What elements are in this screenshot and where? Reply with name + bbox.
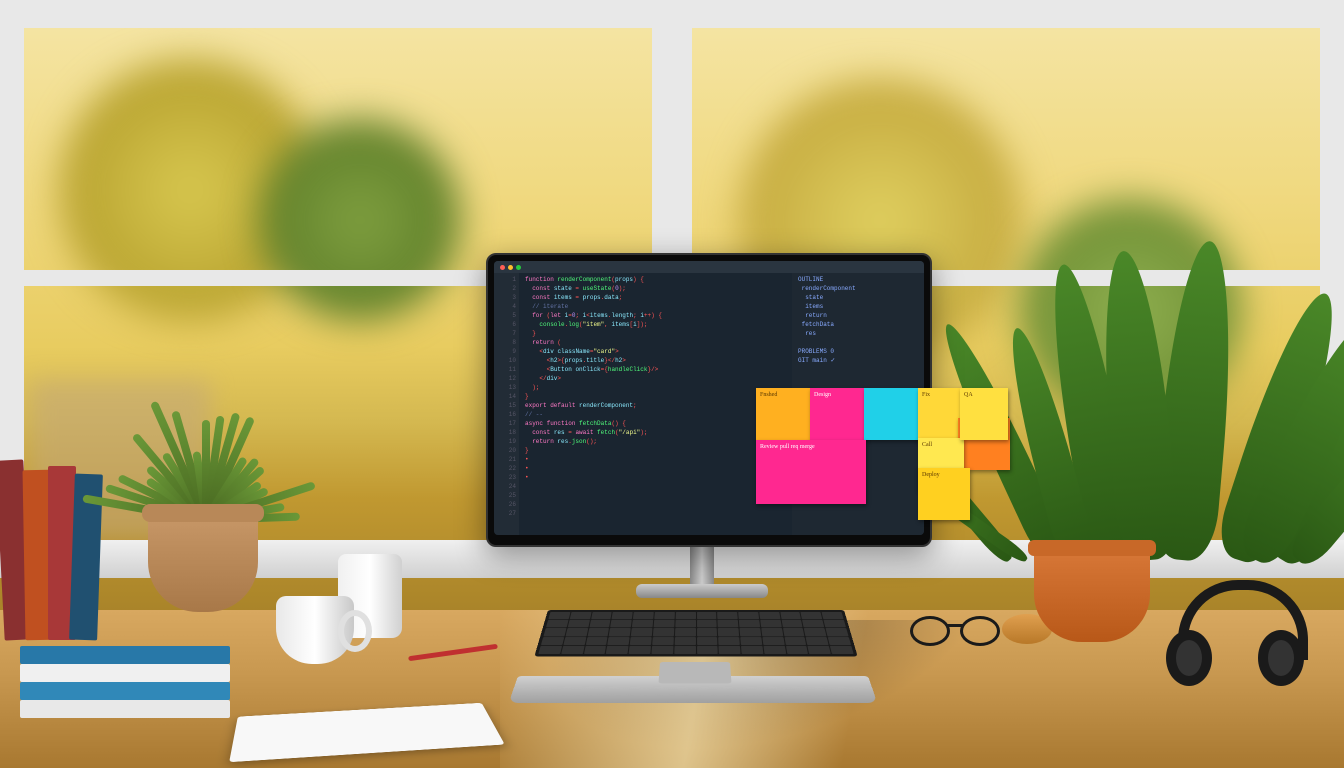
- plant-pot: [148, 512, 258, 612]
- editor-titlebar: [494, 261, 924, 273]
- laptop-trackpad: [659, 662, 732, 683]
- monitor-stand: [690, 543, 714, 587]
- small-plant: [120, 350, 290, 520]
- sticky-note: Design: [810, 388, 866, 440]
- plant-pot: [1034, 548, 1150, 642]
- outdoor-foliage: [260, 120, 460, 320]
- sticky-note: Review pull req merge: [756, 440, 866, 504]
- maximize-icon: [516, 265, 521, 270]
- monitor-stand-base: [636, 584, 768, 598]
- sticky-note: Fnshed: [756, 388, 812, 440]
- minimize-icon: [508, 265, 513, 270]
- close-icon: [500, 265, 505, 270]
- sticky-note: Deploy: [918, 468, 970, 520]
- line-gutter: 1234567891011121314151617181920212223242…: [494, 261, 519, 535]
- outdoor-foliage: [1020, 200, 1240, 420]
- standing-books: [0, 460, 110, 640]
- sticky-note: [864, 388, 920, 440]
- stacked-books: [20, 646, 240, 716]
- workspace-illustration: 1234567891011121314151617181920212223242…: [0, 0, 1344, 768]
- sticky-note: QA: [960, 388, 1008, 440]
- laptop-keyboard: [534, 610, 857, 656]
- eyeglasses: [910, 616, 1000, 644]
- code-area: function renderComponent(props) { const …: [519, 261, 792, 535]
- laptop: [518, 610, 868, 716]
- headphones: [1158, 580, 1308, 690]
- coffee-mug: [276, 596, 354, 664]
